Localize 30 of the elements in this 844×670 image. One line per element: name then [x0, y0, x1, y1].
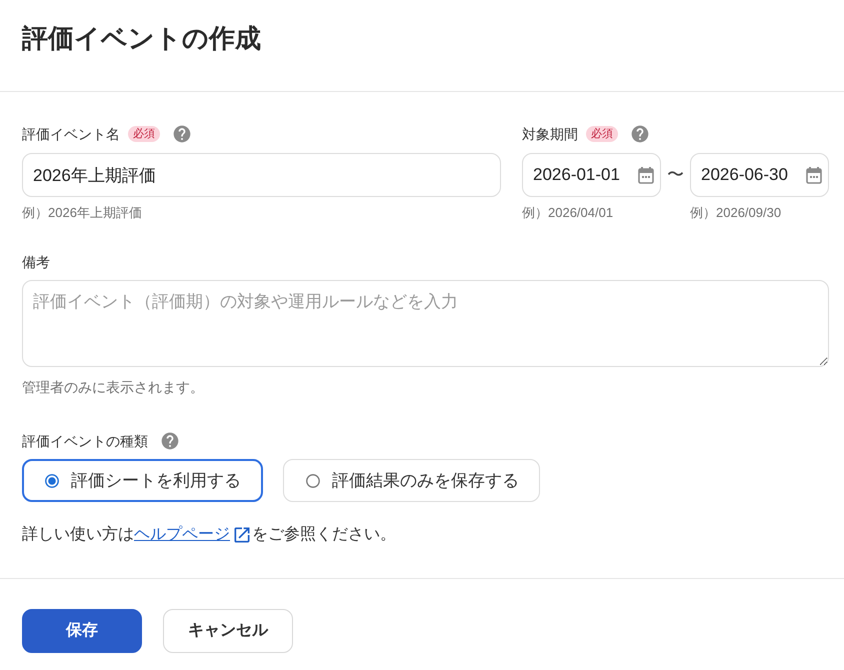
range-separator: 〜: [666, 164, 685, 186]
field-label: 対象期間: [522, 125, 578, 144]
external-link-icon: [232, 525, 252, 545]
field-hint: 例）2026/09/30: [690, 204, 782, 222]
page-title: 評価イベントの作成: [22, 22, 261, 55]
save-button[interactable]: 保存: [22, 609, 142, 653]
required-badge: 必須: [128, 126, 160, 142]
calendar-icon[interactable]: [638, 166, 654, 184]
field-hint: 例）2026/04/01: [522, 204, 614, 222]
field-hint: 例）2026年上期評価: [22, 204, 143, 222]
calendar-icon[interactable]: [806, 166, 822, 184]
notes-field[interactable]: 評価イベント（評価期）の対象や運用ルールなどを入力: [22, 280, 829, 367]
help-icon[interactable]: [630, 124, 650, 144]
date-field[interactable]: 2026-06-30: [690, 153, 829, 197]
field-label: 評価イベントの種類: [22, 432, 148, 451]
field-label: 備考: [22, 253, 50, 272]
help-icon[interactable]: [160, 431, 180, 451]
help-icon[interactable]: [172, 124, 192, 144]
cancel-button[interactable]: キャンセル: [163, 609, 293, 653]
help-page-link[interactable]: ヘルプページ: [134, 523, 252, 547]
required-badge: 必須: [586, 126, 618, 142]
radio-icon[interactable]: [45, 474, 59, 488]
radio-icon[interactable]: [306, 474, 320, 488]
field-label: 評価イベント名: [22, 125, 120, 144]
help-text: 詳しい使い方はヘルプページ をご参照ください。: [22, 523, 396, 547]
radio-option[interactable]: 評価結果のみを保存する: [283, 459, 540, 502]
event-name-field[interactable]: 2026年上期評価: [22, 153, 501, 197]
field-hint: 管理者のみに表示されます。: [22, 378, 204, 396]
radio-option[interactable]: 評価シートを利用する: [22, 459, 263, 502]
date-field[interactable]: 2026-01-01: [522, 153, 661, 197]
